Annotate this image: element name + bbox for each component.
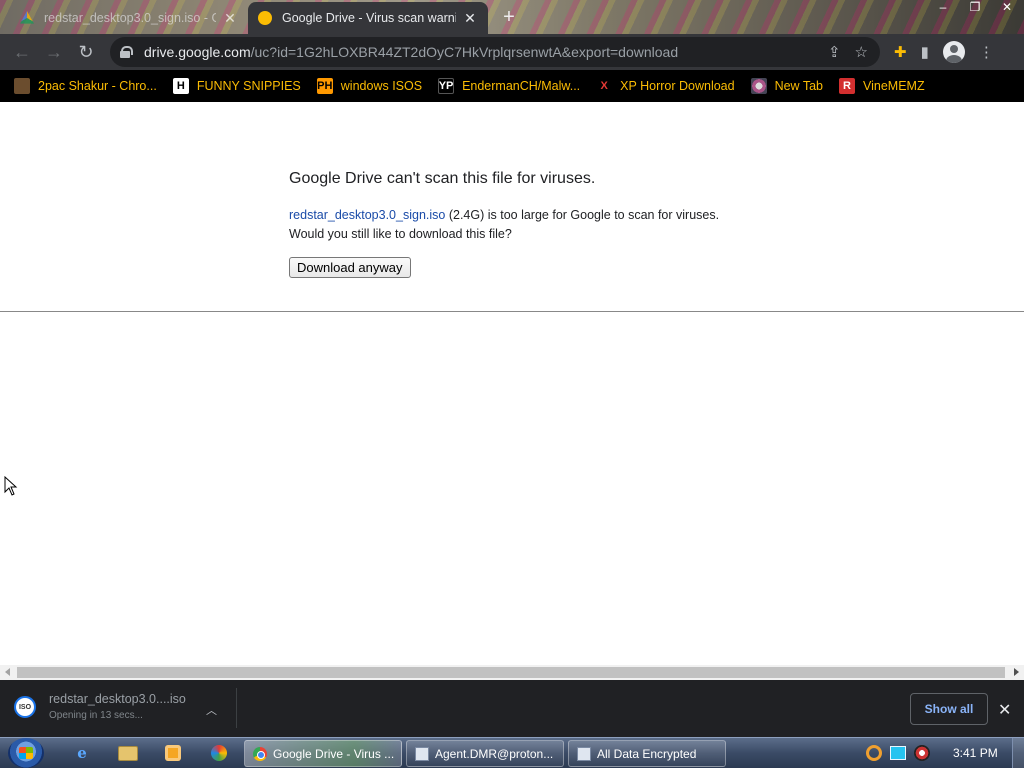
bookmark-label: EndermanCH/Malw... — [462, 79, 581, 93]
taskbar-item-agent[interactable]: Agent.DMR@proton... — [406, 740, 564, 767]
ph-icon: PH — [316, 78, 333, 94]
search-tray-icon[interactable] — [866, 745, 882, 761]
show-desktop-button[interactable] — [1012, 738, 1024, 768]
close-shelf-icon[interactable]: ✕ — [998, 700, 1011, 720]
browser-toolbar: ← → ↻ drive.google.com/uc?id=1G2hLOXBR44… — [0, 34, 1024, 70]
divider — [0, 311, 1024, 312]
download-status: Opening in 13 secs... — [49, 710, 143, 721]
menu-kebab-icon[interactable]: ⋮ — [979, 43, 994, 61]
bookmark-label: VineMEMZ — [863, 79, 925, 93]
task-label: Google Drive - Virus ... — [273, 746, 395, 761]
window-controls: – ❐ ✕ — [934, 0, 1016, 14]
chevron-up-icon[interactable]: ︿ — [206, 702, 217, 718]
bookmark-endermanch[interactable]: YP EndermanCH/Malw... — [438, 78, 580, 94]
bookmark-xp-horror[interactable]: X XP Horror Download — [596, 78, 735, 94]
profile-avatar-icon[interactable] — [942, 41, 965, 63]
page-title: Google Drive can't scan this file for vi… — [289, 170, 596, 187]
scroll-left-arrow-icon[interactable] — [5, 668, 10, 676]
page-content: Google Drive can't scan this file for vi… — [0, 102, 1024, 665]
restore-icon[interactable]: ❐ — [966, 0, 984, 14]
taskbar-item-chrome[interactable]: Google Drive - Virus ... — [244, 740, 402, 767]
r-icon: R — [839, 78, 855, 94]
bookmark-new-tab[interactable]: New Tab — [750, 78, 823, 94]
window-icon — [415, 746, 429, 761]
tab-virus-scan-warning[interactable]: Google Drive - Virus scan warnin ✕ — [248, 2, 488, 34]
forward-arrow-icon[interactable]: → — [38, 36, 70, 68]
google-drive-icon — [20, 11, 34, 24]
tab-strip: redstar_desktop3.0_sign.iso - Go ✕ Googl… — [0, 0, 1024, 34]
chrome-icon — [253, 746, 267, 761]
bookmark-2pac[interactable]: 2pac Shakur - Chro... — [14, 78, 157, 94]
bookmark-label: New Tab — [774, 79, 823, 93]
warning-message: redstar_desktop3.0_sign.iso (2.4G) is to… — [289, 208, 719, 222]
app-tray-icon[interactable] — [914, 745, 930, 761]
tab-title: redstar_desktop3.0_sign.iso - Go — [44, 11, 216, 25]
back-arrow-icon[interactable]: ← — [6, 36, 38, 68]
bookmark-windows-isos[interactable]: PH windows ISOS — [316, 78, 423, 94]
bookmark-label: 2pac Shakur - Chro... — [38, 79, 157, 93]
tab-close-icon[interactable]: ✕ — [462, 10, 478, 27]
start-button[interactable] — [8, 738, 44, 768]
horizontal-scrollbar[interactable] — [0, 665, 1024, 680]
scrollbar-thumb[interactable] — [17, 667, 1005, 678]
close-window-icon[interactable]: ✕ — [998, 0, 1016, 14]
shelf-divider — [236, 688, 237, 728]
warning-size-text: (2.4G) is too large for Google to scan f… — [445, 208, 720, 222]
bookmark-label: windows ISOS — [340, 79, 423, 93]
new-tab-button[interactable]: + — [498, 6, 520, 28]
internet-explorer-icon[interactable]: e — [70, 742, 94, 764]
download-item[interactable]: ISO redstar_desktop3.0....iso Opening in… — [14, 692, 234, 728]
system-tray — [866, 745, 930, 761]
bookmark-vinememz[interactable]: R VineMEMZ — [839, 78, 925, 94]
paint-icon[interactable] — [207, 742, 231, 764]
file-explorer-icon[interactable] — [116, 742, 140, 764]
reload-icon[interactable]: ↻ — [70, 36, 102, 68]
show-all-button[interactable]: Show all — [910, 693, 988, 725]
address-bar[interactable]: drive.google.com/uc?id=1G2hLOXBR44ZT2dOy… — [110, 37, 880, 67]
side-panel-icon[interactable]: ▮ — [921, 43, 929, 61]
2pac-icon — [14, 78, 30, 94]
display-tray-icon[interactable] — [890, 746, 906, 760]
h-icon: H — [172, 78, 189, 94]
taskbar-item-all-data-encrypted[interactable]: All Data Encrypted — [568, 740, 726, 767]
lock-icon[interactable] — [120, 46, 133, 58]
extensions-puzzle-icon[interactable]: ✚ — [894, 43, 907, 61]
task-label: All Data Encrypted — [597, 746, 697, 761]
warning-favicon-icon — [258, 11, 272, 25]
bookmark-label: XP Horror Download — [620, 79, 735, 93]
bookmark-star-icon[interactable]: ☆ — [855, 43, 868, 61]
taskbar: e Google Drive - Virus ... Agent.DMR@pro… — [0, 737, 1024, 768]
file-link[interactable]: redstar_desktop3.0_sign.iso — [289, 208, 445, 222]
tab-title: Google Drive - Virus scan warnin — [282, 11, 456, 25]
confirm-question: Would you still like to download this fi… — [289, 227, 512, 241]
mouse-cursor-icon — [4, 476, 18, 496]
share-icon[interactable]: ⇪ — [828, 43, 841, 61]
media-player-icon[interactable] — [161, 742, 185, 764]
url-host: drive.google.com — [144, 44, 251, 60]
tab-close-icon[interactable]: ✕ — [222, 10, 238, 27]
minimize-icon[interactable]: – — [934, 0, 952, 14]
tab-redstar-iso[interactable]: redstar_desktop3.0_sign.iso - Go ✕ — [10, 2, 248, 34]
url-path: /uc?id=1G2hLOXBR44ZT2dOyC7HkVrplqrsenwtA… — [250, 44, 679, 60]
url-text[interactable]: drive.google.com/uc?id=1G2hLOXBR44ZT2dOy… — [144, 44, 678, 60]
scroll-right-arrow-icon[interactable] — [1014, 668, 1019, 676]
bookmark-funny-snippies[interactable]: H FUNNY SNIPPIES — [172, 78, 301, 94]
new-tab-icon — [750, 78, 767, 94]
task-label: Agent.DMR@proton... — [435, 746, 554, 761]
download-shelf: ISO redstar_desktop3.0....iso Opening in… — [0, 680, 1024, 737]
clock[interactable]: 3:41 PM — [953, 746, 998, 760]
bookmark-label: FUNNY SNIPPIES — [196, 79, 301, 93]
window-icon — [577, 746, 591, 761]
download-anyway-button[interactable]: Download anyway — [289, 257, 411, 278]
yp-icon: YP — [438, 78, 455, 94]
x-icon: X — [600, 80, 608, 92]
bookmarks-bar: 2pac Shakur - Chro... H FUNNY SNIPPIES P… — [0, 70, 1024, 102]
iso-file-icon: ISO — [14, 696, 36, 718]
download-file-name: redstar_desktop3.0....iso — [49, 692, 186, 706]
